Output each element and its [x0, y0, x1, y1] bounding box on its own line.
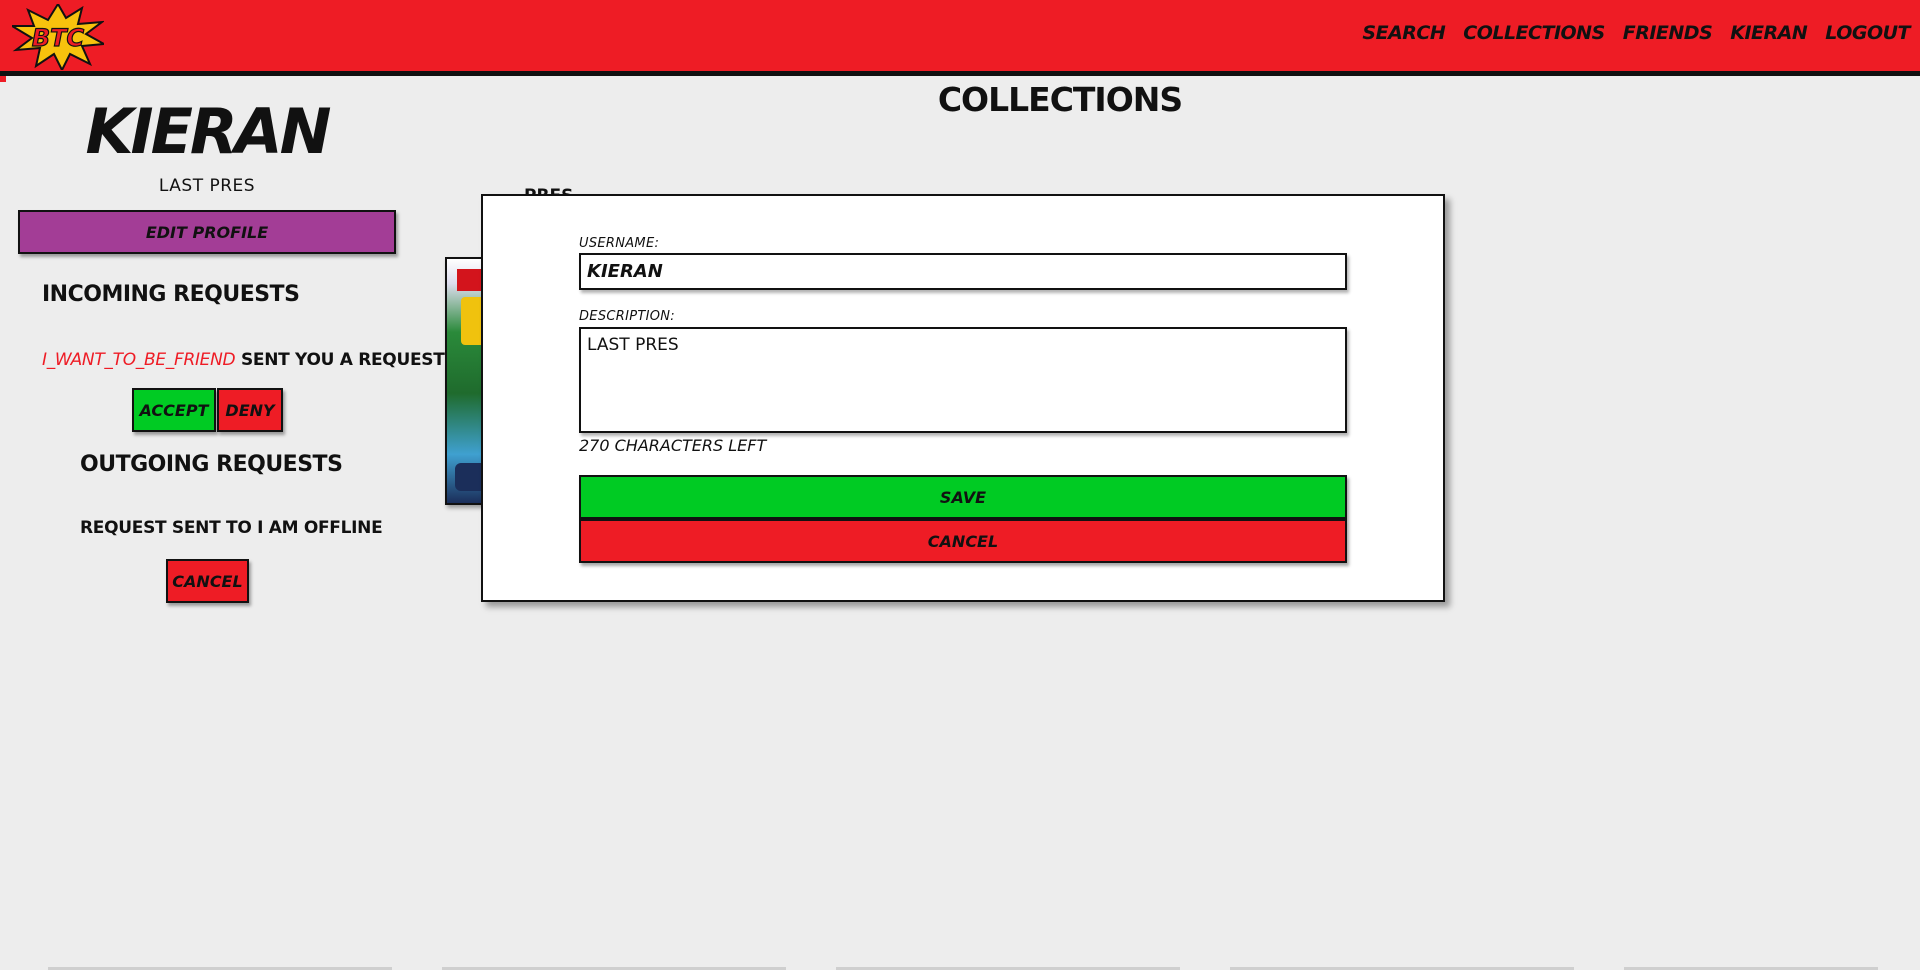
characters-left-counter: 270 CHARACTERS LEFT	[579, 436, 767, 455]
edit-profile-modal: USERNAME: DESCRIPTION: LAST PRES 270 CHA…	[481, 194, 1445, 602]
cancel-request-button[interactable]: CANCEL	[166, 559, 249, 603]
navbar-edge	[0, 76, 6, 82]
username-label: USERNAME:	[579, 236, 660, 251]
nav-collections[interactable]: COLLECTIONS	[1463, 22, 1605, 44]
save-button[interactable]: SAVE	[579, 475, 1347, 519]
outgoing-requests-heading: OUTGOING REQUESTS	[80, 452, 343, 477]
username-input[interactable]	[579, 253, 1347, 290]
btc-logo[interactable]: BTC	[12, 4, 104, 70]
deny-button[interactable]: DENY	[217, 388, 283, 432]
nav-search[interactable]: SEARCH	[1362, 22, 1445, 44]
main-nav: SEARCH COLLECTIONS FRIENDS KIERAN LOGOUT	[1362, 22, 1910, 44]
page-title: COLLECTIONS	[937, 80, 1183, 119]
incoming-request-user[interactable]: I_WANT_TO_BE_FRIEND	[42, 350, 236, 370]
nav-logout[interactable]: LOGOUT	[1825, 22, 1910, 44]
nav-profile[interactable]: KIERAN	[1730, 22, 1808, 44]
accept-button[interactable]: ACCEPT	[132, 388, 216, 432]
nav-friends[interactable]: FRIENDS	[1623, 22, 1713, 44]
description-input[interactable]: LAST PRES	[579, 327, 1347, 433]
incoming-requests-heading: INCOMING REQUESTS	[42, 282, 300, 307]
logo-text: BTC	[32, 24, 85, 52]
profile-name: KIERAN	[85, 95, 331, 168]
description-label: DESCRIPTION:	[579, 309, 675, 324]
top-navbar: BTC SEARCH COLLECTIONS FRIENDS KIERAN LO…	[0, 0, 1920, 76]
profile-sidebar: KIERAN LAST PRES EDIT PROFILE	[18, 92, 396, 254]
incoming-request: I_WANT_TO_BE_FRIEND SENT YOU A REQUEST	[42, 350, 445, 370]
edit-profile-button[interactable]: EDIT PROFILE	[18, 210, 396, 254]
cancel-button[interactable]: CANCEL	[579, 519, 1347, 563]
outgoing-request-text: REQUEST SENT TO I AM OFFLINE	[80, 518, 383, 538]
profile-description: LAST PRES	[158, 176, 256, 196]
incoming-request-text: SENT YOU A REQUEST	[235, 350, 445, 370]
